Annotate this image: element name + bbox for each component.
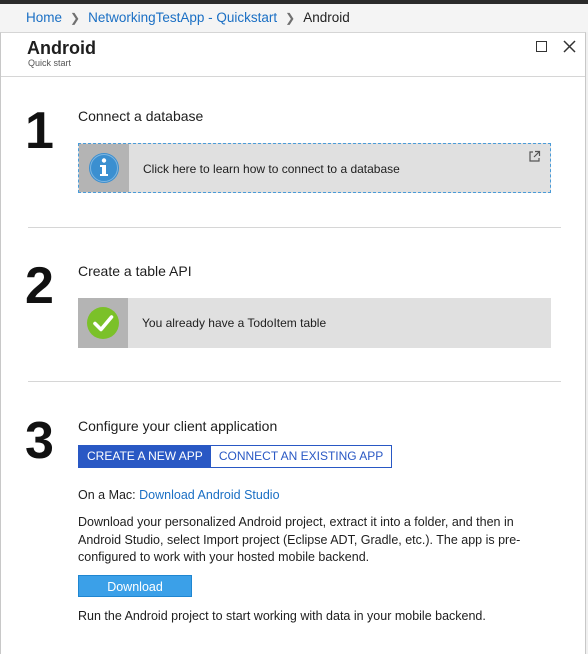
checkmark-icon xyxy=(87,307,119,339)
info-icon xyxy=(89,153,119,183)
close-icon xyxy=(563,40,576,53)
blade-header: Android Quick start xyxy=(1,33,585,77)
icon-cell xyxy=(79,144,129,192)
connect-database-link[interactable]: Click here to learn how to connect to a … xyxy=(78,143,551,193)
close-button[interactable] xyxy=(562,39,580,57)
blade-title: Android xyxy=(27,38,96,58)
divider xyxy=(28,227,561,228)
step-1-title: Connect a database xyxy=(78,108,204,124)
download-android-studio-link[interactable]: Download Android Studio xyxy=(139,488,279,502)
app-tabs: CREATE A NEW APP CONNECT AN EXISTING APP xyxy=(78,445,393,468)
download-button[interactable]: Download xyxy=(78,575,192,597)
run-project-text: Run the Android project to start working… xyxy=(78,609,486,623)
mac-download-line: On a Mac: Download Android Studio xyxy=(78,487,280,505)
step-2-number: 2 xyxy=(25,257,54,315)
maximize-button[interactable] xyxy=(534,39,552,57)
breadcrumb: Home ❯ NetworkingTestApp - Quickstart ❯ Andr… xyxy=(0,4,588,32)
icon-cell xyxy=(78,298,128,348)
connect-database-text: Click here to learn how to connect to a … xyxy=(143,162,400,176)
chevron-right-icon: ❯ xyxy=(285,11,296,25)
table-status-text: You already have a TodoItem table xyxy=(142,316,327,330)
step-1-number: 1 xyxy=(25,102,54,160)
breadcrumb-quickstart[interactable]: NetworkingTestApp - Quickstart xyxy=(88,10,277,25)
step-3-title: Configure your client application xyxy=(78,418,278,434)
tab-connect-existing-app[interactable]: CONNECT AN EXISTING APP xyxy=(210,446,392,467)
breadcrumb-current: Android xyxy=(303,10,350,25)
instructions-text: Download your personalized Android proje… xyxy=(78,515,521,564)
table-status-box: You already have a TodoItem table xyxy=(78,298,551,348)
step-3-number: 3 xyxy=(25,412,54,470)
divider xyxy=(28,381,561,382)
tab-create-new-app[interactable]: CREATE A NEW APP xyxy=(79,446,211,467)
maximize-icon xyxy=(536,41,547,52)
chevron-right-icon: ❯ xyxy=(70,11,81,25)
mac-prefix: On a Mac: xyxy=(78,488,136,502)
step-2-title: Create a table API xyxy=(78,263,192,279)
blade-panel: Android Quick start 1 Connect a database… xyxy=(0,32,586,654)
breadcrumb-home[interactable]: Home xyxy=(26,10,62,25)
external-link-icon xyxy=(529,150,541,162)
blade-subtitle: Quick start xyxy=(28,58,72,68)
